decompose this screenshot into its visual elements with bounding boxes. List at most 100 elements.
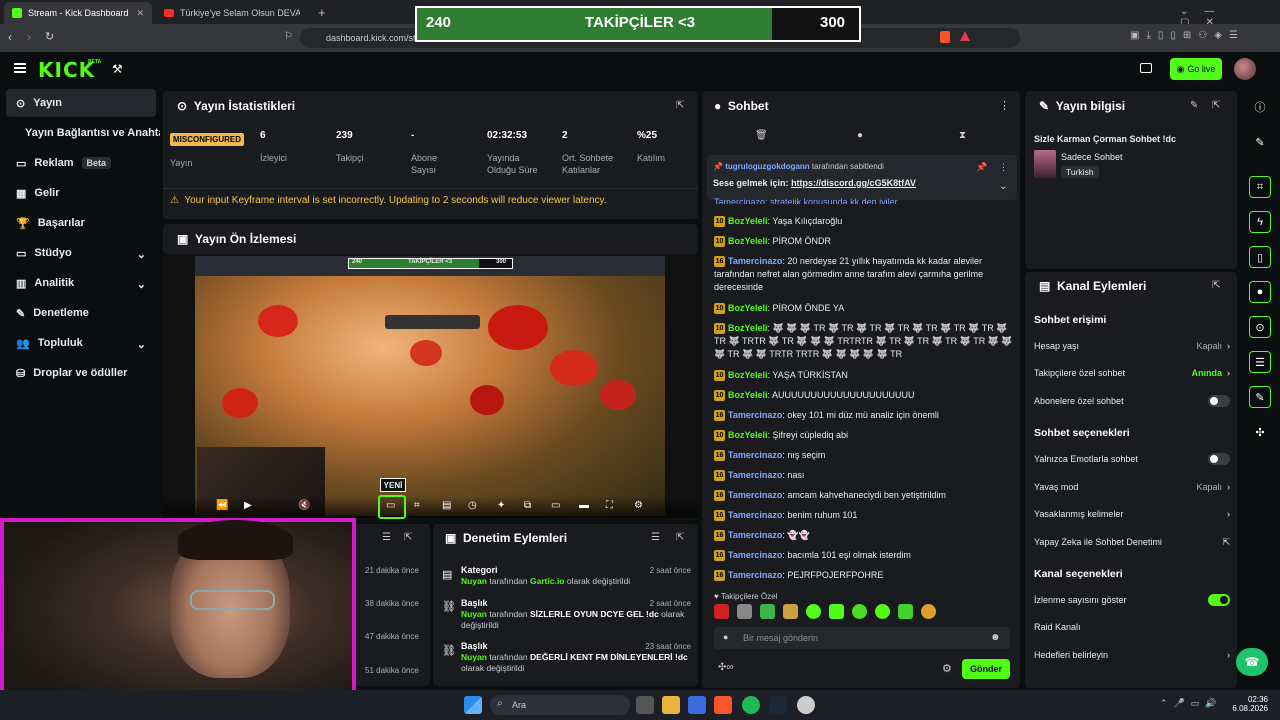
emote[interactable]: [829, 604, 844, 619]
sidebar-item-droplar[interactable]: ⛁ Droplar ve ödüller: [6, 359, 156, 387]
mute-icon[interactable]: 🔇: [298, 500, 310, 511]
chat-widget-icon[interactable]: ●: [1249, 281, 1271, 303]
chat-username[interactable]: Tamercinazo: [728, 550, 782, 560]
support-chat-icon[interactable]: ☎: [1236, 648, 1268, 676]
more-icon[interactable]: ⋮: [999, 99, 1010, 112]
trash-icon[interactable]: 🗑: [755, 130, 768, 141]
chat-message[interactable]: 10 BozYeleli: PİROM ÖNDE YA: [714, 302, 1014, 315]
more-icon[interactable]: ⋮: [999, 162, 1008, 173]
extension-icons[interactable]: ▣⤓▯▯⊞⚇◈☰: [1130, 30, 1245, 41]
hammer-icon[interactable]: ⚒: [112, 62, 123, 76]
document-icon[interactable]: ▯: [1249, 246, 1271, 268]
brave-icon[interactable]: [714, 696, 732, 714]
popout-icon[interactable]: ⇱: [1212, 100, 1220, 111]
start-icon[interactable]: [464, 696, 482, 714]
emote[interactable]: [783, 604, 798, 619]
list-widget-icon[interactable]: ☰: [1249, 351, 1271, 373]
banned-words-row[interactable]: Yasaklanmış kelimeler ›: [1034, 507, 1230, 521]
emote[interactable]: [806, 604, 821, 619]
chat-message[interactable]: 10 BozYeleli: AUUUUUUUUUUUUUUUUUUUUU: [714, 389, 1014, 402]
layout-icon[interactable]: ▤: [442, 500, 451, 511]
bookmark-icon[interactable]: ⚐: [284, 31, 293, 42]
chat-username[interactable]: BozYeleli: [728, 390, 768, 400]
show-viewers-toggle[interactable]: [1208, 594, 1230, 606]
spotify-icon[interactable]: [742, 696, 760, 714]
forward-icon[interactable]: ›: [27, 30, 31, 44]
broadcast-widget-icon[interactable]: ⊙: [1249, 316, 1271, 338]
pinned-link[interactable]: https://discord.gg/cG5K8tfAV: [791, 178, 916, 188]
sidebar-item-studyo[interactable]: ▭ Stüdyo ⌄: [6, 239, 156, 267]
browser-tab-kick[interactable]: Stream - Kick Dashboard ✕: [4, 2, 152, 24]
play-icon[interactable]: ▶: [244, 500, 252, 511]
add-widget-icon[interactable]: ✣: [1249, 421, 1271, 443]
lightning-icon[interactable]: ϟ: [1249, 211, 1271, 233]
sidebar-item-yayin[interactable]: ⊙ Yayın: [6, 89, 156, 117]
chat-username[interactable]: BozYeleli: [728, 370, 768, 380]
chat-settings-icon[interactable]: ⚙: [942, 662, 952, 675]
minimize-icon[interactable]: ▬: [579, 500, 589, 511]
subscribers-only-toggle[interactable]: [1208, 395, 1230, 407]
brave-rewards-icon[interactable]: [960, 31, 970, 41]
followers-only-row[interactable]: Takipçilere özel sohbet Anında ›: [1034, 366, 1230, 380]
emote[interactable]: [875, 604, 890, 619]
sidebar-item-analitik[interactable]: ▥ Analitik ⌄: [6, 269, 156, 297]
set-goals-row[interactable]: Hedefleri belirleyin ›: [1034, 648, 1230, 662]
chat-username[interactable]: Tamercinazo: [728, 410, 782, 420]
sidebar-item-denetleme[interactable]: ✎ Denetleme: [6, 299, 156, 327]
fullscreen-icon[interactable]: ⛶: [606, 500, 613, 511]
chat-username[interactable]: Tamercinazo: [728, 570, 782, 580]
taskbar-search[interactable]: Ara: [490, 695, 630, 715]
popout-icon[interactable]: ⇱: [404, 532, 412, 543]
chat-username[interactable]: Tamercinazo: [728, 530, 782, 540]
chat-message[interactable]: 10 BozYeleli: Şifreyi cüplediq abi: [714, 429, 1014, 442]
chat-message[interactable]: 16 Tamercinazo: 👻👻: [714, 529, 1014, 542]
tray-icons[interactable]: ⌃🎤▭🔊: [1160, 698, 1222, 709]
emoji-icon[interactable]: ☻: [990, 632, 1001, 643]
chat-message[interactable]: 10 BozYeleli: Yaşa Kılıçdaroğlu: [714, 215, 1014, 228]
app-icon[interactable]: [688, 696, 706, 714]
chat-username[interactable]: Tamercinazo: [728, 490, 782, 500]
chat-username[interactable]: BozYeleli: [728, 323, 768, 333]
go-live-button[interactable]: ◉ Go live: [1170, 58, 1222, 80]
sidebar-item-topluluk[interactable]: 👥 Topluluk ⌄: [6, 329, 156, 357]
edit-icon[interactable]: ✎: [1249, 131, 1271, 153]
studio-icon[interactable]: [1140, 63, 1152, 73]
steam-icon[interactable]: [769, 696, 787, 714]
slow-mode-row[interactable]: Yavaş mod Kapalı ›: [1034, 480, 1230, 494]
chat-message[interactable]: 16 Tamercinazo: nası: [714, 469, 1014, 482]
emote[interactable]: [852, 604, 867, 619]
chat-bubble-icon[interactable]: ●: [857, 130, 863, 141]
ai-moderation-row[interactable]: Yapay Zeka ile Sohbet Denetimi ⇱: [1034, 535, 1230, 549]
kick-logo[interactable]: KICK: [38, 58, 95, 82]
chat-message[interactable]: 16 Tamercinazo: 20 nerdeyse 21 yıllık hay…: [714, 255, 1014, 294]
chat-username[interactable]: BozYeleli: [728, 430, 768, 440]
brave-shield-icon[interactable]: [940, 31, 950, 43]
sidebar-item-reklam[interactable]: ▭ Reklam Beta: [6, 149, 156, 177]
pip-icon[interactable]: ⧉: [524, 500, 531, 511]
timer-icon[interactable]: ◷: [468, 500, 477, 511]
chat-message[interactable]: 16 Tamercinazo: bacımla 101 eşi olmak ist…: [714, 549, 1014, 562]
close-tab-icon[interactable]: ✕: [136, 8, 144, 19]
chat-username[interactable]: Tamercinazo: [728, 510, 782, 520]
chat-message[interactable]: 16 Tamercinazo: okey 101 mi düz mü analiz…: [714, 409, 1014, 422]
info-icon[interactable]: ⓘ: [1249, 96, 1271, 118]
sidebar-item-basarilar[interactable]: 🏆 Başarılar: [6, 209, 156, 237]
emote[interactable]: [737, 604, 752, 619]
wrench-widget-icon[interactable]: ✎: [1249, 386, 1271, 408]
sidebar-item-stream-key[interactable]: Yayın Bağlantısı ve Anahtarı: [6, 119, 160, 147]
emote[interactable]: [760, 604, 775, 619]
preview-widget-icon[interactable]: ⌗: [1249, 176, 1271, 198]
chat-username[interactable]: Tamercinazo: [728, 470, 782, 480]
emote[interactable]: [898, 604, 913, 619]
sparkle-icon[interactable]: ✦: [497, 500, 505, 511]
emote-only-toggle[interactable]: [1208, 453, 1230, 465]
hourglass-icon[interactable]: ⧗: [959, 130, 966, 141]
theater-icon[interactable]: ▭: [551, 500, 560, 511]
reload-icon[interactable]: ↻: [45, 30, 54, 43]
chat-message[interactable]: 10 BozYeleli: 🐺 🐺 🐺 TR 🐺 TR 🐺 TR 🐺 TR 🐺 T…: [714, 322, 1014, 361]
emote[interactable]: [921, 604, 936, 619]
send-button[interactable]: Gönder: [962, 659, 1010, 679]
chat-message[interactable]: 16 Tamercinazo: benim ruhum 101: [714, 509, 1014, 522]
chat-username[interactable]: Tamercinazo: [728, 450, 782, 460]
popout-icon[interactable]: ⇱: [676, 100, 684, 111]
